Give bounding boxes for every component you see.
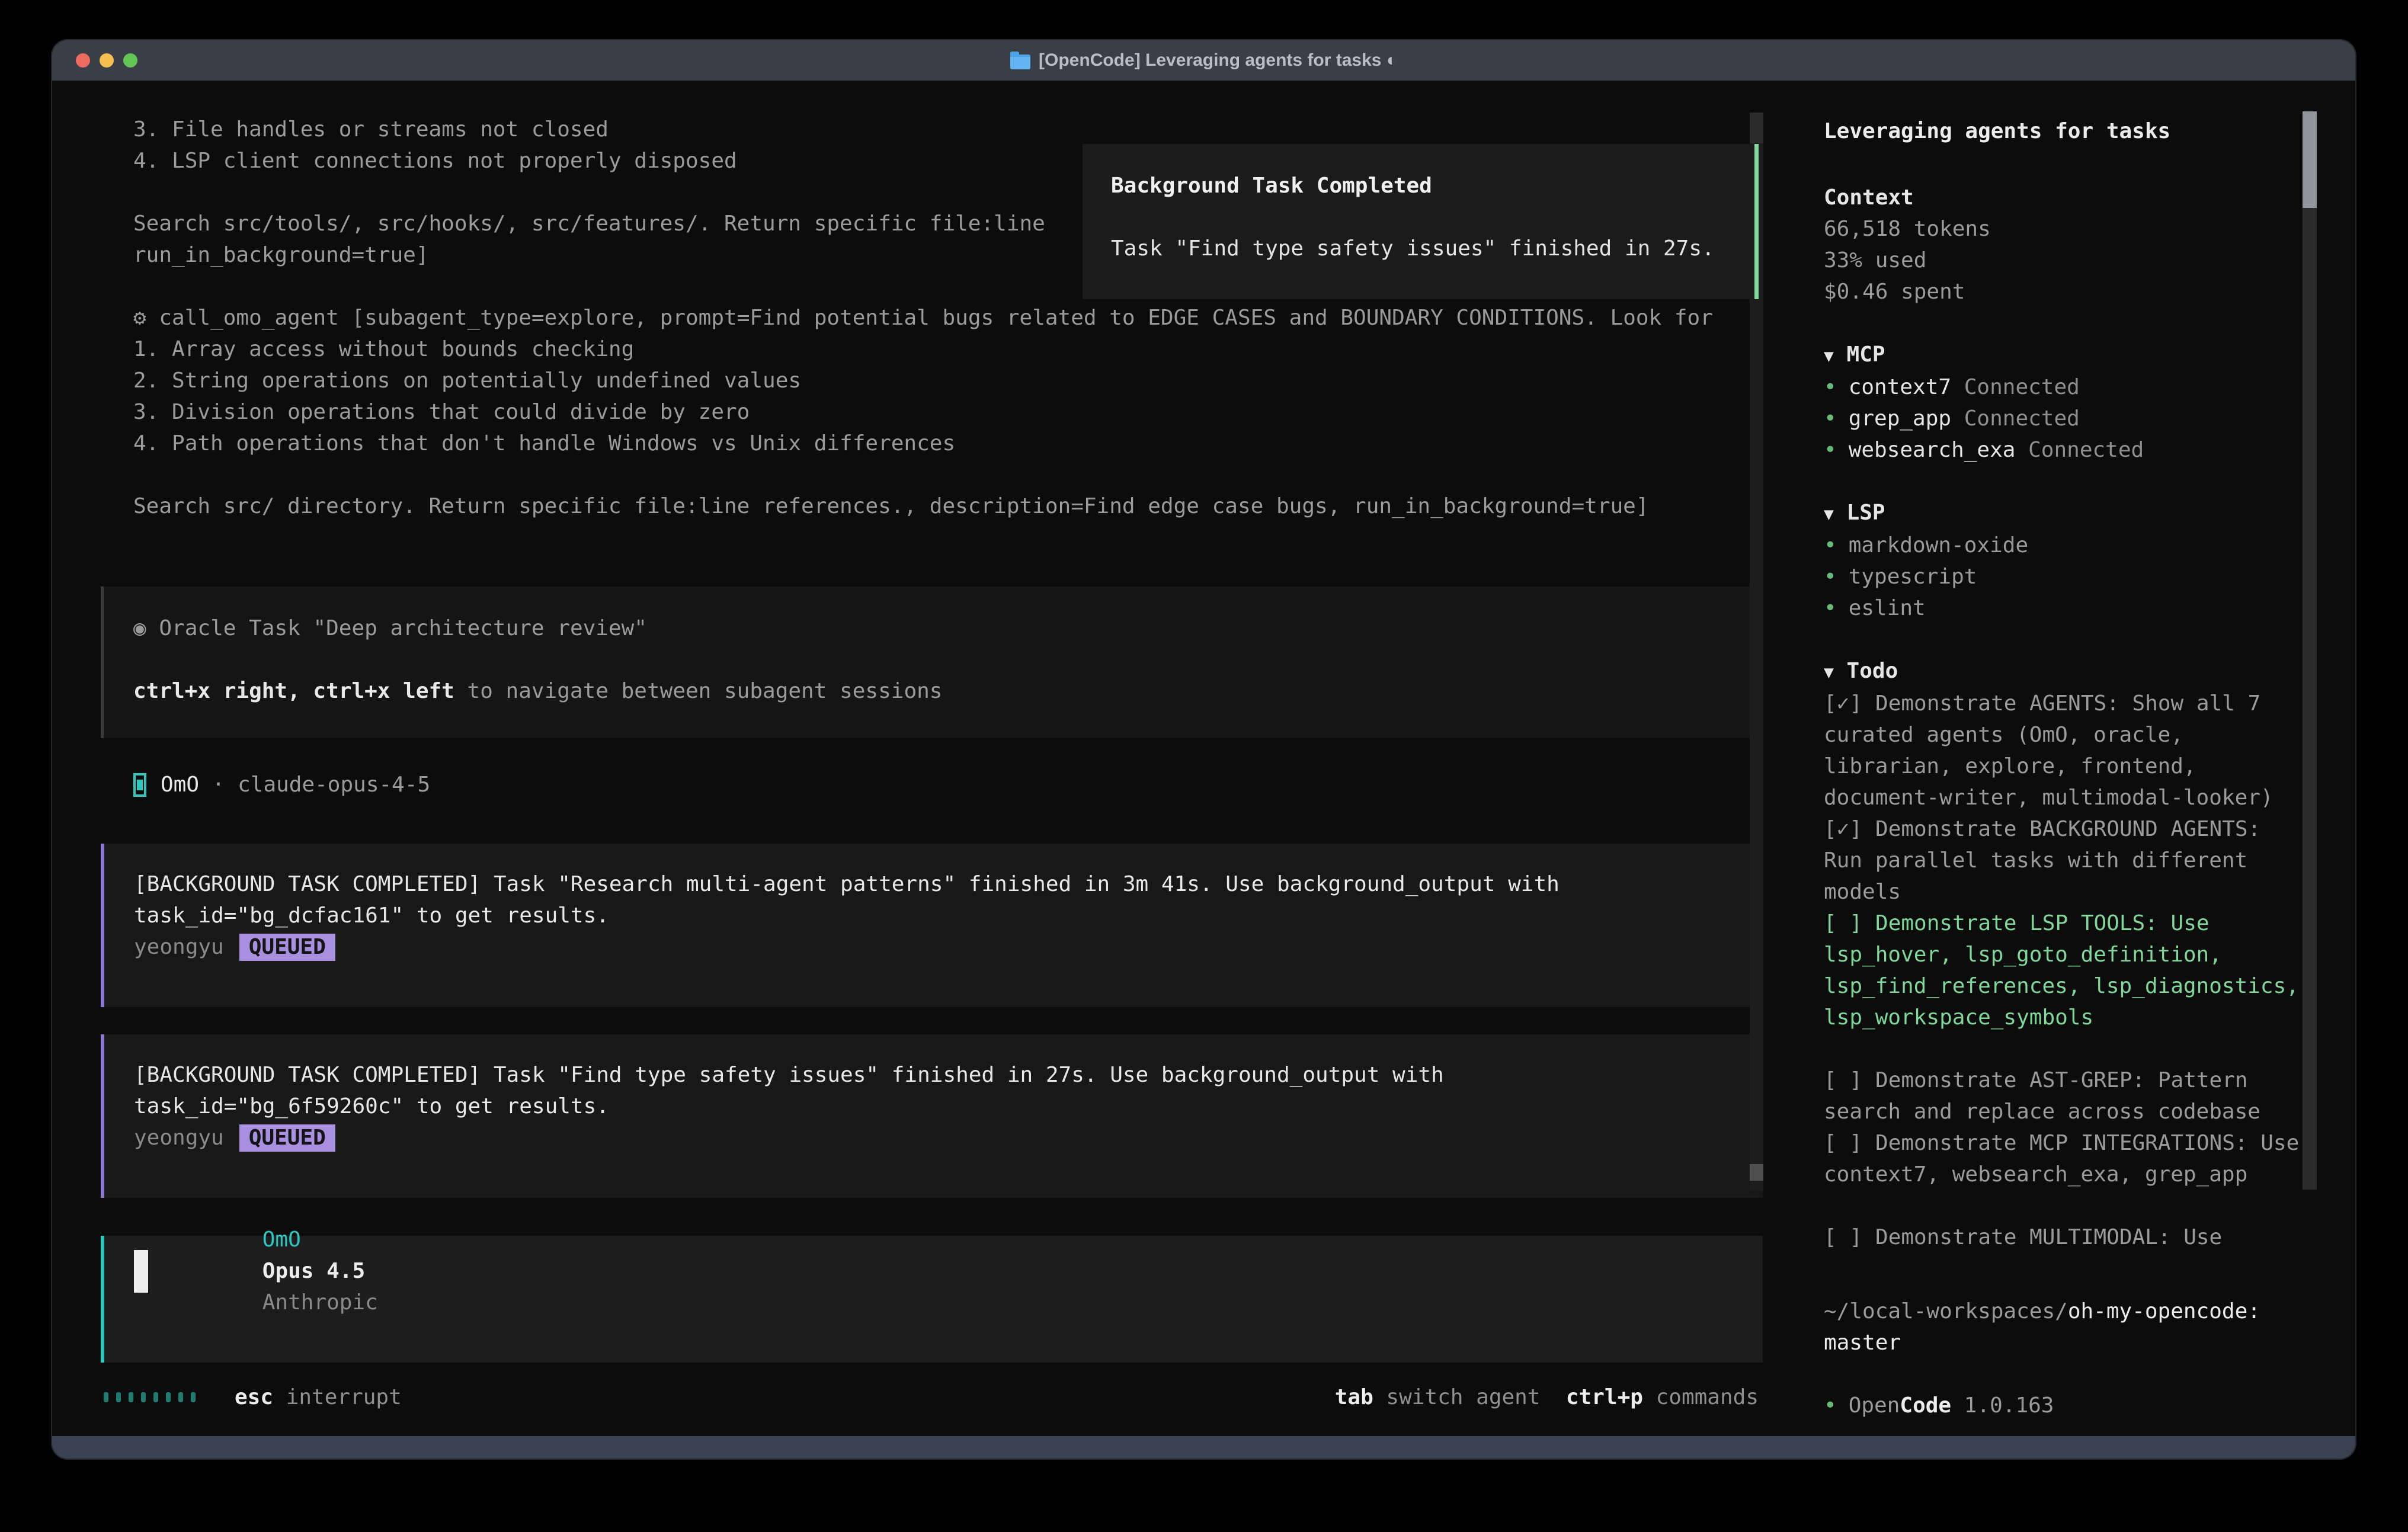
esc-key-label: interrupt — [273, 1385, 402, 1409]
window-bottom-edge — [52, 1436, 2355, 1459]
close-button[interactable] — [76, 53, 90, 68]
oracle-icon: ◉ — [133, 616, 146, 640]
todo-item: [ ]Demonstrate MULTIMODAL: Use — [1824, 1222, 2305, 1253]
agent-name: OmO — [161, 769, 199, 800]
task-message-line: [BACKGROUND TASK COMPLETED] Task "Resear… — [134, 868, 1763, 900]
background-task-message: [BACKGROUND TASK COMPLETED] Task "Find t… — [101, 1034, 1763, 1198]
notification-body: Task "Find type safety issues" finished … — [1111, 233, 1754, 264]
chevron-down-icon: ▼ — [1824, 662, 1834, 682]
oracle-task-card[interactable]: ◉ Oracle Task "Deep architecture review"… — [101, 586, 1763, 738]
ctrlp-key-hint: ctrl+p — [1566, 1385, 1643, 1409]
background-task-notification: Background Task Completed Task "Find typ… — [1083, 144, 1759, 299]
task-message-line: task_id="bg_dcfac161" to get results. — [134, 900, 1763, 931]
oracle-task-title: Oracle Task "Deep architecture review" — [159, 616, 647, 640]
todo-item: [ ]Demonstrate LSP TOOLS: Use lsp_hover,… — [1824, 908, 2305, 1033]
checkbox-empty-icon: [ ] — [1824, 1068, 1862, 1092]
esc-key-hint: esc — [235, 1385, 273, 1409]
agent-model: claude-opus-4-5 — [238, 769, 430, 800]
session-sidebar: Leveraging agents for tasks Context 66,5… — [1763, 81, 2355, 1436]
sidebar-scrollbar[interactable] — [2303, 111, 2317, 1190]
context-tokens: 66,518 tokens — [1824, 213, 2305, 245]
mcp-item: •context7 Connected — [1824, 371, 2305, 403]
input-agent-name: OmO — [262, 1227, 301, 1252]
mcp-item: •grep_app Connected — [1824, 403, 2305, 434]
mcp-section-heading[interactable]: ▼ MCP — [1824, 339, 2305, 371]
context-spent: $0.46 spent — [1824, 276, 2305, 307]
todo-item: [✓]Demonstrate AGENTS: Show all 7 curate… — [1824, 688, 2305, 813]
task-user: yeongyu — [134, 1122, 224, 1153]
lsp-item: •eslint — [1824, 592, 2305, 624]
minimize-button[interactable] — [100, 53, 114, 68]
tool-call-item: 3. Division operations that could divide… — [133, 396, 1713, 428]
todo-section-heading[interactable]: ▼ Todo — [1824, 655, 2305, 688]
transcript-blank-line — [133, 459, 1713, 491]
lsp-item: •markdown-oxide — [1824, 530, 2305, 561]
maximize-button[interactable] — [123, 53, 137, 68]
gear-icon: ⚙ — [133, 306, 146, 330]
tab-key-label: switch agent — [1373, 1385, 1541, 1409]
ctrlp-key-label: commands — [1643, 1385, 1759, 1409]
tool-call-command: call_omo_agent [subagent_type=explore, p… — [159, 306, 1713, 330]
traffic-lights — [76, 53, 137, 68]
checkbox-empty-icon: [ ] — [1824, 911, 1862, 935]
lsp-section-heading[interactable]: ▼ LSP — [1824, 497, 2305, 530]
status-dot-icon: • — [1824, 375, 1837, 399]
tool-call-item: 4. Path operations that don't handle Win… — [133, 428, 1713, 459]
status-badge: QUEUED — [239, 934, 335, 961]
checkbox-empty-icon: [ ] — [1824, 1131, 1862, 1155]
tab-key-hint: tab — [1335, 1385, 1373, 1409]
status-bar: esc interrupt tab switch agent ctrl+p co… — [104, 1382, 1759, 1413]
status-dot-icon: • — [1824, 438, 1837, 462]
agent-separator: · — [212, 769, 225, 800]
input-model-name: Opus 4.5 — [262, 1259, 365, 1283]
task-message-line: task_id="bg_6f59260c" to get results. — [134, 1091, 1763, 1122]
status-dot-icon: • — [1824, 596, 1837, 620]
status-badge: QUEUED — [239, 1124, 335, 1152]
folder-icon — [1010, 55, 1030, 69]
tool-call-footer: Search src/ directory. Return specific f… — [133, 491, 1713, 522]
checkbox-empty-icon: [ ] — [1824, 1225, 1862, 1249]
activity-spinner-dots — [104, 1392, 196, 1402]
sidebar-scrollbar-thumb[interactable] — [2303, 111, 2317, 208]
agent-header: OmO · claude-opus-4-5 — [133, 769, 430, 800]
chevron-down-icon: ▼ — [1824, 504, 1834, 524]
checkbox-checked-icon: [✓] — [1824, 817, 1862, 841]
oracle-hint-text: to navigate between subagent sessions — [454, 679, 943, 703]
tool-call-item: 1. Array access without bounds checking — [133, 334, 1713, 365]
title-bar[interactable]: [OpenCode] Leveraging agents for tasks ◐ — [52, 40, 2355, 81]
task-user: yeongyu — [134, 931, 224, 963]
input-provider-name: Anthropic — [262, 1290, 378, 1315]
workspace-path: ~/local-workspaces/oh-my-opencode: maste… — [1824, 1296, 2305, 1358]
app-window: [OpenCode] Leveraging agents for tasks ◐… — [52, 40, 2355, 1459]
terminal-pane[interactable]: 3. File handles or streams not closed 4.… — [52, 81, 1763, 1436]
app-version: •OpenCode 1.0.163 — [1824, 1390, 2305, 1421]
lsp-item: •typescript — [1824, 561, 2305, 592]
status-shortcuts: tab switch agent ctrl+p commands — [1335, 1382, 1759, 1413]
notification-title: Background Task Completed — [1111, 170, 1754, 201]
todo-item: [✓]Demonstrate BACKGROUND AGENTS: Run pa… — [1824, 813, 2305, 908]
context-used: 33% used — [1824, 245, 2305, 276]
tool-call-item: 2. String operations on potentially unde… — [133, 365, 1713, 396]
oracle-hint-keys: ctrl+x right, ctrl+x left — [133, 679, 454, 703]
transcript-line: 3. File handles or streams not closed — [133, 114, 1713, 145]
status-dot-icon: • — [1824, 565, 1837, 589]
window-title: [OpenCode] Leveraging agents for tasks ◐ — [1039, 50, 1397, 70]
background-task-message: [BACKGROUND TASK COMPLETED] Task "Resear… — [101, 844, 1763, 1007]
status-dot-icon: • — [1824, 1393, 1837, 1418]
session-title: Leveraging agents for tasks — [1824, 116, 2305, 147]
tool-call-line: ⚙ call_omo_agent [subagent_type=explore,… — [133, 302, 1713, 334]
checkbox-checked-icon: [✓] — [1824, 691, 1862, 716]
mcp-item: •websearch_exa Connected — [1824, 434, 2305, 466]
todo-item: [ ]Demonstrate AST-GREP: Pattern search … — [1824, 1065, 2305, 1127]
todo-item: [ ]Demonstrate MCP INTEGRATIONS: Use con… — [1824, 1127, 2305, 1190]
task-message-line: [BACKGROUND TASK COMPLETED] Task "Find t… — [134, 1059, 1763, 1091]
omo-agent-icon — [133, 773, 146, 797]
terminal-scrollbar-thumb[interactable] — [1750, 1164, 1763, 1181]
chevron-down-icon: ▼ — [1824, 346, 1834, 366]
status-dot-icon: • — [1824, 406, 1837, 431]
status-dot-icon: • — [1824, 533, 1837, 557]
prompt-input[interactable]: OmO Opus 4.5 Anthropic — [101, 1236, 1763, 1363]
context-heading: Context — [1824, 182, 2305, 213]
